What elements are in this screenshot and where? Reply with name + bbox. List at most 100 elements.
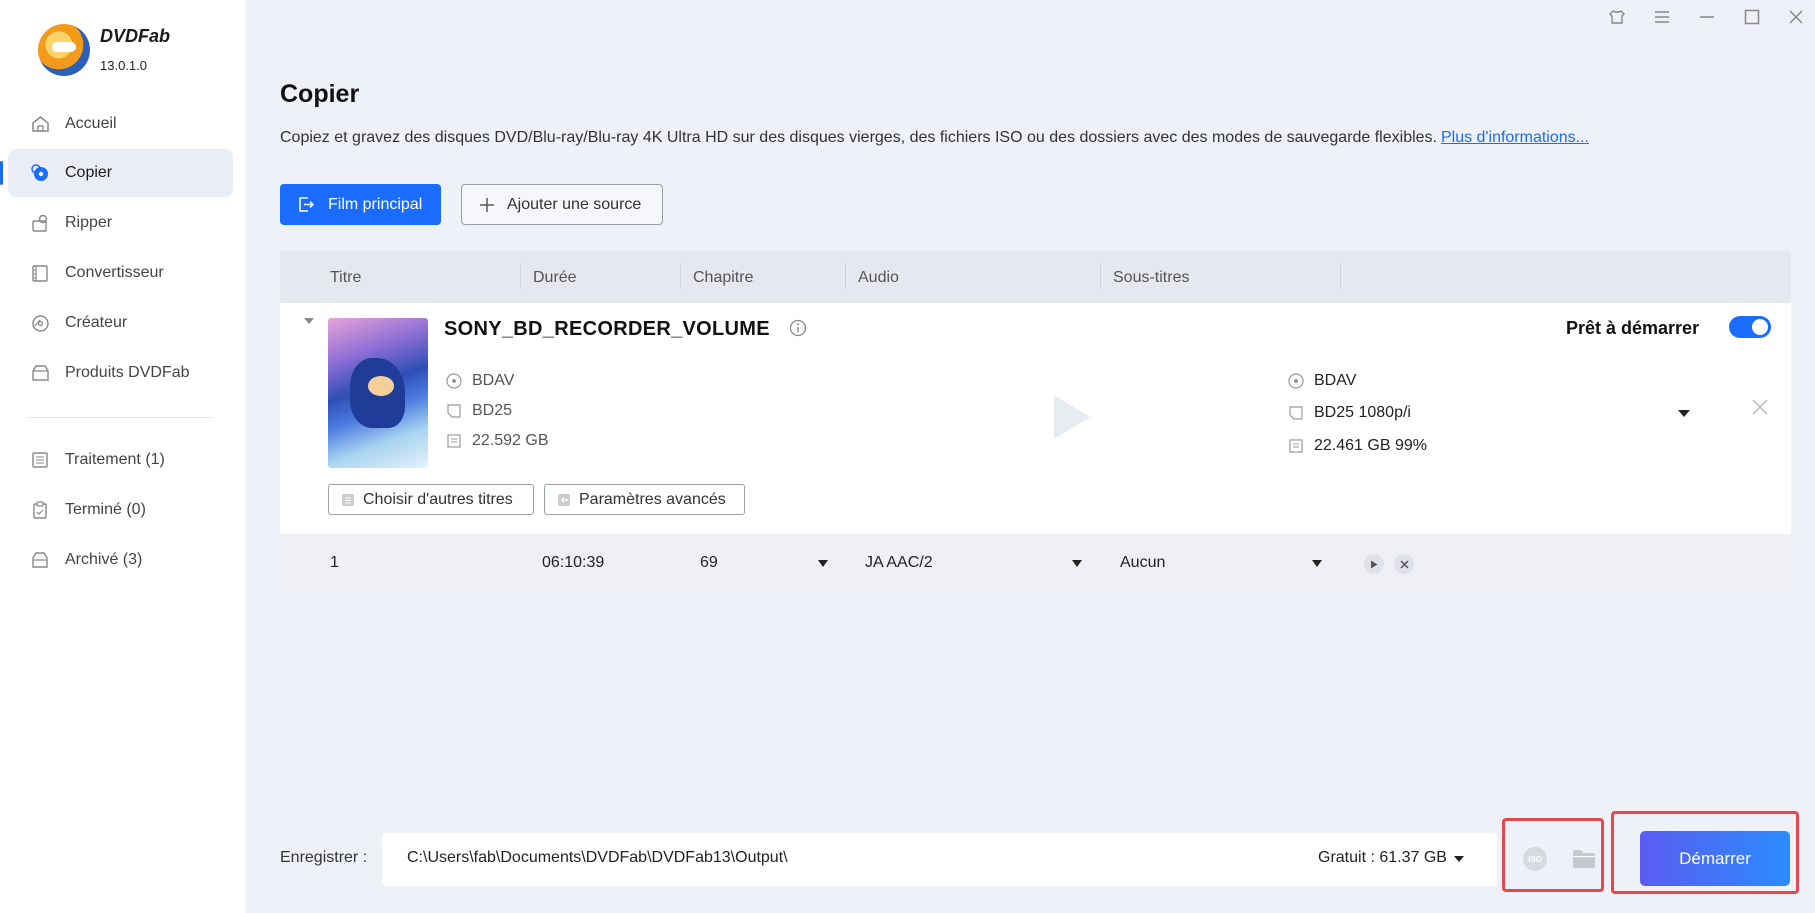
close-window-icon[interactable] [1783,6,1809,28]
sidebar-item-label: Archivé (3) [65,551,143,568]
output-path-value: C:\Users\fab\Documents\DVDFab\DVDFab13\O… [407,849,788,866]
disc-title: SONY_BD_RECORDER_VOLUME [444,318,770,340]
sidebar-item-produits[interactable]: Produits DVDFab [8,349,233,397]
advanced-settings-button[interactable]: Paramètres avancés [544,484,745,515]
skin-icon[interactable] [1604,6,1630,28]
processing-icon [30,450,50,470]
output-disc-type-value: BD25 1080p/i [1314,404,1411,421]
list-icon [341,493,355,507]
subtitles-dropdown-icon[interactable] [1312,560,1322,567]
sidebar-item-label: Convertisseur [65,264,164,281]
audio-dropdown-icon[interactable] [1072,560,1082,567]
page-title: Copier [280,80,360,108]
sidebar-item-copier[interactable]: Copier [0,149,233,197]
description-text: Copiez et gravez des disques DVD/Blu-ray… [280,129,1437,146]
archive-icon [30,550,50,570]
iso-output-icon[interactable]: ISO [1523,847,1547,871]
play-icon[interactable] [1364,554,1384,574]
sidebar-item-label: Traitement (1) [65,451,165,468]
output-size-value: 22.461 GB 99% [1314,437,1427,454]
source-size: 22.592 GB [446,432,549,450]
column-header-titre: Titre [330,269,362,286]
page-description: Copiez et gravez des disques DVD/Blu-ray… [280,129,1589,147]
finished-icon [30,500,50,520]
output-format: BDAV [1288,372,1356,390]
ripper-icon [30,213,50,233]
sidebar-item-accueil[interactable]: Accueil [8,100,233,148]
free-space-dropdown[interactable] [1454,856,1464,862]
size-icon [1288,438,1304,454]
table-header: Titre Durée Chapitre Audio Sous-titres [280,251,1791,303]
sidebar-item-label: Accueil [65,115,117,132]
dvdfab-logo [38,24,90,76]
output-disc-type[interactable]: BD25 1080p/i [1288,404,1411,422]
settings-icon [557,493,571,507]
sidebar-item-createur[interactable]: Créateur [8,299,233,347]
source-format-value: BDAV [472,372,515,389]
remove-title-icon[interactable] [1394,554,1414,574]
chapters-dropdown-icon[interactable] [818,560,828,567]
info-icon[interactable] [789,319,807,342]
column-header-duree: Durée [533,269,577,286]
table-row[interactable]: 1 06:10:39 69 JA AAC/2 Aucun [280,534,1791,593]
source-disc-type-value: BD25 [472,402,513,419]
sidebar-item-label: Produits DVDFab [65,364,190,381]
sidebar-item-ripper[interactable]: Ripper [8,199,233,247]
choose-titles-label: Choisir d'autres titres [363,490,513,508]
folder-output-icon[interactable] [1572,849,1596,874]
start-button[interactable]: Démarrer [1640,831,1790,886]
plus-icon [479,197,495,213]
enable-toggle[interactable] [1729,316,1771,338]
output-size: 22.461 GB 99% [1288,437,1427,455]
title-number: 1 [330,554,339,571]
creator-icon [30,313,50,333]
collapse-toggle[interactable] [304,318,314,324]
column-header-sous-titres: Sous-titres [1113,269,1190,286]
column-header-chapitre: Chapitre [693,269,754,286]
source-size-value: 22.592 GB [472,432,549,449]
sidebar-item-label: Terminé (0) [65,501,146,518]
subtitles-select[interactable]: Aucun [1120,554,1165,572]
sidebar-item-label: Créateur [65,314,128,331]
disc-thumbnail [328,318,428,468]
film-principal-button[interactable]: Film principal [280,184,441,225]
disc-type-icon [446,403,462,419]
column-header-audio: Audio [858,269,899,286]
audio-select[interactable]: JA AAC/2 [865,554,933,572]
menu-icon[interactable] [1649,6,1675,28]
sidebar-divider [28,417,212,418]
maximize-icon[interactable] [1739,6,1765,28]
output-disc-type-dropdown[interactable] [1678,410,1690,417]
minimize-icon[interactable] [1694,6,1720,28]
add-source-label: Ajouter une source [507,195,642,213]
status-label: Prêt à démarrer [1566,318,1700,338]
brand-name: DVDFab [100,26,171,46]
add-source-button[interactable]: Ajouter une source [461,184,663,225]
source-disc-type: BD25 [446,402,512,420]
app-version: 13.0.1.0 [100,58,147,73]
chapters-select[interactable]: 69 [700,554,718,572]
mode-icon [298,196,314,213]
disc-format-icon [1288,373,1304,389]
save-label: Enregistrer : [280,849,368,866]
copy-icon [30,163,50,183]
choose-titles-button[interactable]: Choisir d'autres titres [328,484,534,515]
converter-icon [30,263,50,283]
more-info-link[interactable]: Plus d'informations... [1441,129,1589,146]
products-icon [30,363,50,383]
home-icon [30,114,50,134]
remove-task-icon[interactable] [1751,398,1769,421]
output-format-value: BDAV [1314,372,1357,389]
sidebar-item-traitement[interactable]: Traitement (1) [8,436,233,484]
sidebar-item-label: Copier [65,164,113,181]
output-path-field[interactable]: C:\Users\fab\Documents\DVDFab\DVDFab13\O… [382,833,1497,886]
sidebar-item-archive[interactable]: Archivé (3) [8,536,233,584]
sidebar-item-convertisseur[interactable]: Convertisseur [8,249,233,297]
free-space-label: Gratuit : 61.37 GB [1318,849,1447,866]
title-duration: 06:10:39 [542,554,605,571]
advanced-settings-label: Paramètres avancés [579,490,726,508]
sidebar-item-termine[interactable]: Terminé (0) [8,486,233,534]
source-format: BDAV [446,372,514,390]
sidebar-item-label: Ripper [65,214,113,231]
sidebar: DVDFab 13.0.1.0 Accueil Copier Ripper Co… [0,0,245,913]
